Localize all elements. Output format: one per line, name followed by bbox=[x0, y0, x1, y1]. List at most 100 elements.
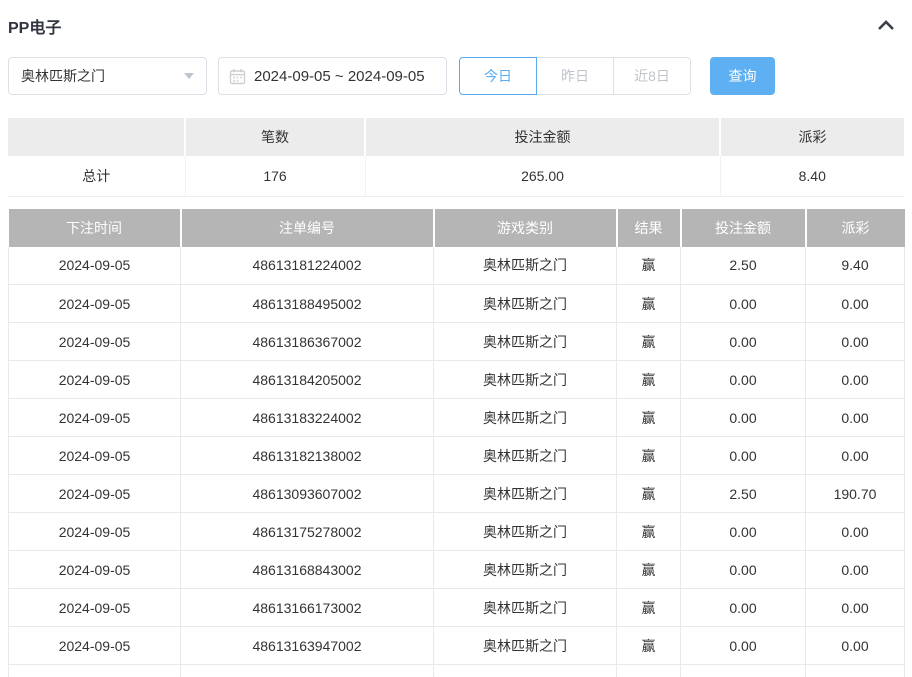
table-cell: 2.50 bbox=[681, 475, 806, 513]
details-header-game-category: 游戏类别 bbox=[434, 209, 617, 247]
summary-header-row: 笔数 投注金额 派彩 bbox=[8, 118, 904, 156]
query-button[interactable]: 查询 bbox=[710, 57, 775, 95]
table-cell: 2024-09-05 bbox=[9, 323, 181, 361]
table-cell: 赢 bbox=[617, 551, 681, 589]
table-cell: 奥林匹斯之门 bbox=[434, 361, 617, 399]
yesterday-button[interactable]: 昨日 bbox=[536, 57, 614, 95]
table-cell: 2024-09-05 bbox=[9, 437, 181, 475]
table-cell bbox=[681, 665, 806, 677]
table-cell: 48613184205002 bbox=[181, 361, 434, 399]
game-select-value: 奥林匹斯之门 bbox=[21, 66, 184, 86]
table-cell: 0.00 bbox=[806, 437, 905, 475]
table-cell: 赢 bbox=[617, 323, 681, 361]
table-cell: 0.00 bbox=[681, 589, 806, 627]
panel-header: PP电子 bbox=[8, 0, 904, 36]
table-row: 2024-09-0548613183224002奥林匹斯之门赢0.000.00 bbox=[9, 399, 905, 437]
table-cell bbox=[806, 665, 905, 677]
table-cell: 2024-09-05 bbox=[9, 627, 181, 665]
table-cell: 2024-09-05 bbox=[9, 513, 181, 551]
table-cell: 2024-09-05 bbox=[9, 247, 181, 285]
table-cell: 0.00 bbox=[681, 551, 806, 589]
table-cell: 赢 bbox=[617, 475, 681, 513]
today-button[interactable]: 今日 bbox=[459, 57, 537, 95]
filter-bar: 奥林匹斯之门 2024-09-05 ~ 2024-09-05 bbox=[8, 57, 904, 95]
table-row: 2024-09-0548613168843002奥林匹斯之门赢0.000.00 bbox=[9, 551, 905, 589]
details-header-bet-amount: 投注金额 bbox=[681, 209, 806, 247]
table-cell: 奥林匹斯之门 bbox=[434, 589, 617, 627]
details-header-result: 结果 bbox=[617, 209, 681, 247]
details-header-bet-time: 下注时间 bbox=[9, 209, 181, 247]
date-range-value: 2024-09-05 ~ 2024-09-05 bbox=[254, 68, 425, 85]
table-cell: 2.50 bbox=[681, 247, 806, 285]
last-8-days-button[interactable]: 近8日 bbox=[613, 57, 691, 95]
table-row: 2024-09-0548613166173002奥林匹斯之门赢0.000.00 bbox=[9, 589, 905, 627]
table-cell: 2024-09-05 bbox=[9, 475, 181, 513]
table-cell: 2024-09-05 bbox=[9, 551, 181, 589]
details-header-row: 下注时间 注单编号 游戏类别 结果 投注金额 派彩 bbox=[9, 209, 905, 247]
table-cell: 0.00 bbox=[681, 627, 806, 665]
table-row: 2024-09-0548613182138002奥林匹斯之门赢0.000.00 bbox=[9, 437, 905, 475]
table-cell: 2024-09-05 bbox=[9, 399, 181, 437]
table-row: 2024-09-0548613188495002奥林匹斯之门赢0.000.00 bbox=[9, 285, 905, 323]
table-cell: 0.00 bbox=[806, 285, 905, 323]
table-cell: 奥林匹斯之门 bbox=[434, 285, 617, 323]
details-header-bet-id: 注单编号 bbox=[181, 209, 434, 247]
table-cell: 0.00 bbox=[806, 513, 905, 551]
table-cell: 0.00 bbox=[806, 323, 905, 361]
table-cell: 0.00 bbox=[681, 361, 806, 399]
table-cell: 0.00 bbox=[681, 437, 806, 475]
table-cell: 48613186367002 bbox=[181, 323, 434, 361]
table-cell: 48613175278002 bbox=[181, 513, 434, 551]
collapse-panel-button[interactable] bbox=[876, 18, 896, 35]
table-cell: 赢 bbox=[617, 513, 681, 551]
table-cell: 奥林匹斯之门 bbox=[434, 437, 617, 475]
table-row: 2024-09-0548613163947002奥林匹斯之门赢0.000.00 bbox=[9, 627, 905, 665]
chevron-down-icon bbox=[184, 73, 194, 79]
table-cell: 赢 bbox=[617, 361, 681, 399]
table-cell: 赢 bbox=[617, 589, 681, 627]
table-cell: 奥林匹斯之门 bbox=[434, 475, 617, 513]
summary-total-bet-amount: 265.00 bbox=[365, 156, 720, 196]
table-cell: 0.00 bbox=[806, 551, 905, 589]
table-cell: 0.00 bbox=[681, 399, 806, 437]
betting-records-panel: PP电子 奥林匹斯之门 bbox=[0, 0, 912, 677]
summary-header-payout: 派彩 bbox=[720, 118, 904, 156]
details-header-payout: 派彩 bbox=[806, 209, 905, 247]
table-cell: 0.00 bbox=[806, 589, 905, 627]
table-cell: 奥林匹斯之门 bbox=[434, 399, 617, 437]
quick-date-button-group: 今日 昨日 近8日 bbox=[459, 57, 691, 95]
table-cell: 190.70 bbox=[806, 475, 905, 513]
table-cell: 48613183224002 bbox=[181, 399, 434, 437]
table-cell bbox=[617, 665, 681, 677]
game-select[interactable]: 奥林匹斯之门 bbox=[8, 57, 207, 95]
table-cell: 2024-09-05 bbox=[9, 589, 181, 627]
table-cell: 赢 bbox=[617, 627, 681, 665]
table-cell: 0.00 bbox=[681, 323, 806, 361]
table-row: 2024-09-0548613093607002奥林匹斯之门赢2.50190.7… bbox=[9, 475, 905, 513]
date-range-picker[interactable]: 2024-09-05 ~ 2024-09-05 bbox=[218, 57, 447, 95]
table-cell bbox=[434, 665, 617, 677]
table-cell: 0.00 bbox=[806, 361, 905, 399]
table-row: 2024-09-0548613175278002奥林匹斯之门赢0.000.00 bbox=[9, 513, 905, 551]
table-row: 2024-09-0548613184205002奥林匹斯之门赢0.000.00 bbox=[9, 361, 905, 399]
table-cell: 2024-09-05 bbox=[9, 361, 181, 399]
table-cell: 48613181224002 bbox=[181, 247, 434, 285]
page-title: PP电子 bbox=[8, 14, 61, 38]
table-cell: 48613188495002 bbox=[181, 285, 434, 323]
table-cell: 2024-09-05 bbox=[9, 285, 181, 323]
table-cell: 9.40 bbox=[806, 247, 905, 285]
table-cell: 奥林匹斯之门 bbox=[434, 627, 617, 665]
table-cell: 48613166173002 bbox=[181, 589, 434, 627]
table-cell: 48613163947002 bbox=[181, 627, 434, 665]
table-cell bbox=[181, 665, 434, 677]
table-cell: 0.00 bbox=[681, 285, 806, 323]
summary-header-blank bbox=[8, 118, 185, 156]
table-cell: 0.00 bbox=[806, 627, 905, 665]
calendar-icon bbox=[229, 68, 246, 85]
summary-header-count: 笔数 bbox=[185, 118, 365, 156]
table-cell: 奥林匹斯之门 bbox=[434, 323, 617, 361]
summary-header-bet-amount: 投注金额 bbox=[365, 118, 720, 156]
table-cell: 奥林匹斯之门 bbox=[434, 513, 617, 551]
summary-table: 笔数 投注金额 派彩 总计 176 265.00 8.40 bbox=[8, 118, 904, 197]
table-cell: 0.00 bbox=[806, 399, 905, 437]
